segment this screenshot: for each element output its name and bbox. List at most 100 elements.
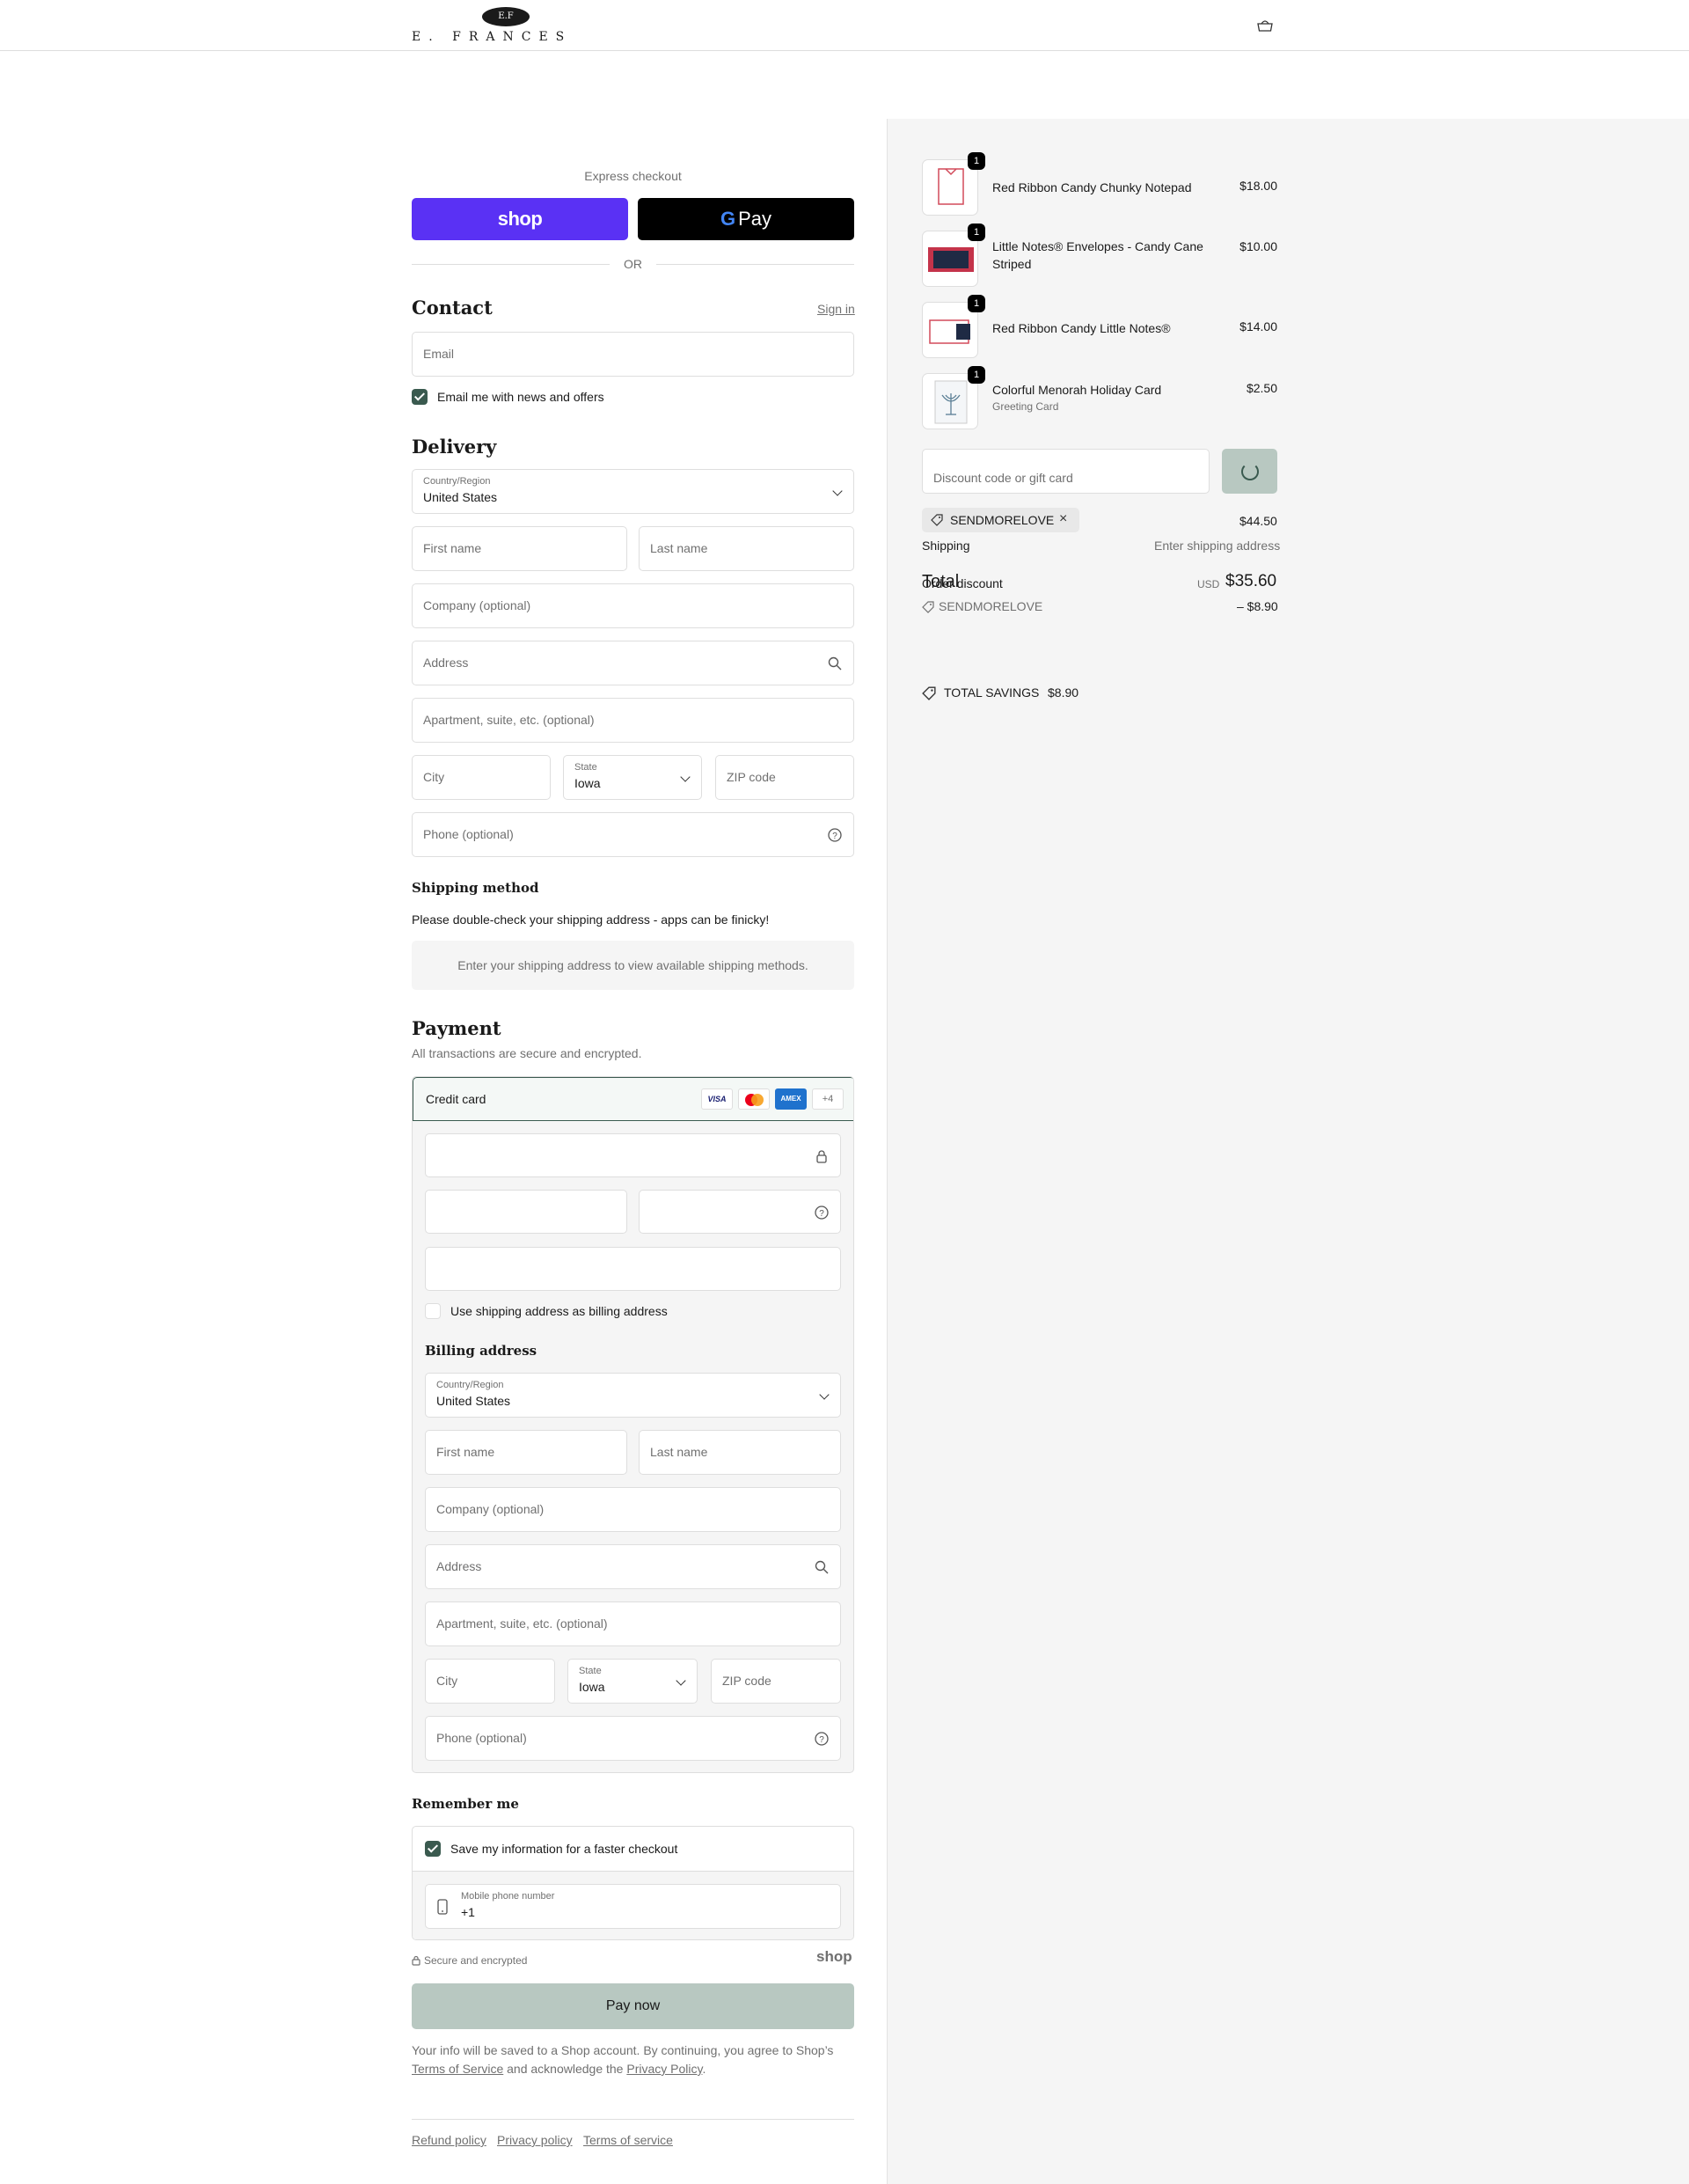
order-item: 1 Little Notes® Envelopes - Candy Cane S… [922,224,1277,289]
or-divider: OR [412,255,854,273]
search-icon [828,656,842,671]
apartment-placeholder: Apartment, suite, etc. (optional) [423,713,595,727]
billing-first-name-field[interactable]: First name [425,1430,627,1475]
credit-card-option[interactable]: Credit card VISA AMEX +4 [413,1077,853,1121]
email-field[interactable]: Email [412,332,854,377]
help-circle-icon[interactable]: ? [827,827,843,843]
company-field[interactable]: Company (optional) [412,583,854,628]
first-name-field[interactable]: First name [412,526,627,571]
tag-icon [922,601,934,613]
phone-field[interactable]: Phone (optional) ? [412,812,854,857]
help-circle-icon[interactable]: ? [814,1205,830,1220]
google-pay-label: Pay [738,208,772,230]
sign-in-link[interactable]: Sign in [817,302,855,316]
help-circle-icon[interactable]: ? [814,1731,830,1747]
state-label: State [574,762,597,773]
billing-company-field[interactable]: Company (optional) [425,1487,841,1532]
chevron-down-icon [819,1389,830,1400]
credit-card-label: Credit card [426,1092,486,1106]
apply-discount-button[interactable] [1222,449,1277,494]
contact-title: Contact [412,297,493,319]
more-cards-badge: +4 [812,1088,844,1110]
billing-state-value: Iowa [579,1680,605,1694]
store-logo[interactable]: E.F E. FRANCES [412,7,602,44]
applied-discount-code: SENDMORELOVE [950,513,1055,527]
billing-apartment-placeholder: Apartment, suite, etc. (optional) [436,1616,608,1631]
zip-field[interactable]: ZIP code [715,755,854,800]
discount-code-field[interactable]: Discount code or gift card [922,449,1210,494]
security-code-field[interactable]: ? [639,1190,841,1234]
currency-code: USD [1197,578,1220,590]
last-name-field[interactable]: Last name [639,526,854,571]
visa-icon: VISA [701,1088,733,1110]
amex-icon: AMEX [775,1088,807,1110]
billing-state-label: State [579,1666,602,1676]
pay-now-button[interactable]: Pay now [412,1983,854,2029]
payment-title: Payment [412,1017,501,1039]
billing-company-placeholder: Company (optional) [436,1502,545,1516]
google-g-icon: G [720,208,736,230]
apartment-field[interactable]: Apartment, suite, etc. (optional) [412,698,854,743]
billing-apartment-field[interactable]: Apartment, suite, etc. (optional) [425,1601,841,1646]
state-select[interactable]: State Iowa [563,755,702,800]
logo-monogram: E.F [482,7,530,26]
discount-code-placeholder: Discount code or gift card [933,471,1073,485]
billing-city-field[interactable]: City [425,1659,555,1704]
address-placeholder: Address [423,656,469,670]
legal-text-part: . [702,2062,706,2076]
billing-last-name-field[interactable]: Last name [639,1430,841,1475]
privacy-policy-footer-link[interactable]: Privacy policy [497,2133,573,2147]
email-placeholder: Email [423,347,455,361]
product-price: $10.00 [1239,239,1277,253]
google-pay-button[interactable]: G Pay [638,198,854,240]
use-shipping-address-checkbox[interactable] [425,1303,441,1319]
discount-amount: – $8.90 [1237,599,1278,613]
svg-text:?: ? [819,1209,824,1219]
billing-country-select[interactable]: Country/Region United States [425,1373,841,1418]
country-label: Country/Region [423,476,491,487]
address-field[interactable]: Address [412,641,854,685]
privacy-policy-link[interactable]: Privacy Policy [626,2062,702,2076]
card-brands: VISA AMEX +4 [696,1088,844,1110]
use-shipping-address-label: Use shipping address as billing address [450,1304,668,1318]
zip-placeholder: ZIP code [727,770,776,784]
mobile-section: Mobile phone number +1 [413,1871,853,1939]
billing-phone-field[interactable]: Phone (optional) ? [425,1716,841,1761]
billing-zip-placeholder: ZIP code [722,1674,771,1688]
product-name: Little Notes® Envelopes - Candy Cane Str… [992,239,1203,271]
newsletter-checkbox[interactable] [412,389,428,405]
remember-me-title: Remember me [412,1796,519,1812]
company-placeholder: Company (optional) [423,598,531,612]
delivery-title: Delivery [412,436,497,458]
shop-pay-button[interactable]: shop [412,198,628,240]
svg-text:?: ? [819,1735,824,1745]
express-checkout-label: Express checkout [584,169,682,183]
billing-phone-placeholder: Phone (optional) [436,1731,527,1745]
expiration-date-field[interactable] [425,1190,627,1234]
discount-code-label: SENDMORELOVE [939,599,1043,613]
order-item: 1 Red Ribbon Candy Chunky Notepad $18.00 [922,152,1277,217]
billing-first-name-placeholder: First name [436,1445,495,1459]
legal-text: Your info will be saved to a Shop accoun… [412,2041,854,2078]
terms-of-service-footer-link[interactable]: Terms of service [583,2133,673,2147]
billing-state-select[interactable]: State Iowa [567,1659,698,1704]
card-number-field[interactable] [425,1133,841,1177]
mobile-phone-field[interactable]: Mobile phone number +1 [425,1884,841,1929]
footer-divider [412,2119,854,2120]
refund-policy-link[interactable]: Refund policy [412,2133,486,2147]
billing-address-field[interactable]: Address [425,1544,841,1589]
total-value: $35.60 [1225,572,1277,590]
remove-discount-icon[interactable]: × [1059,511,1067,527]
shopping-bag-icon[interactable] [1256,19,1274,32]
name-on-card-field[interactable] [425,1247,841,1291]
country-select[interactable]: Country/Region United States [412,469,854,514]
product-price: $2.50 [1246,381,1277,395]
city-field[interactable]: City [412,755,551,800]
terms-of-service-link[interactable]: Terms of Service [412,2062,503,2076]
shipping-label: Shipping [922,539,970,553]
lock-icon [816,1150,827,1163]
subtotal-value: $44.50 [1239,514,1277,528]
save-info-checkbox[interactable] [425,1841,441,1857]
billing-city-placeholder: City [436,1674,458,1688]
billing-zip-field[interactable]: ZIP code [711,1659,841,1704]
